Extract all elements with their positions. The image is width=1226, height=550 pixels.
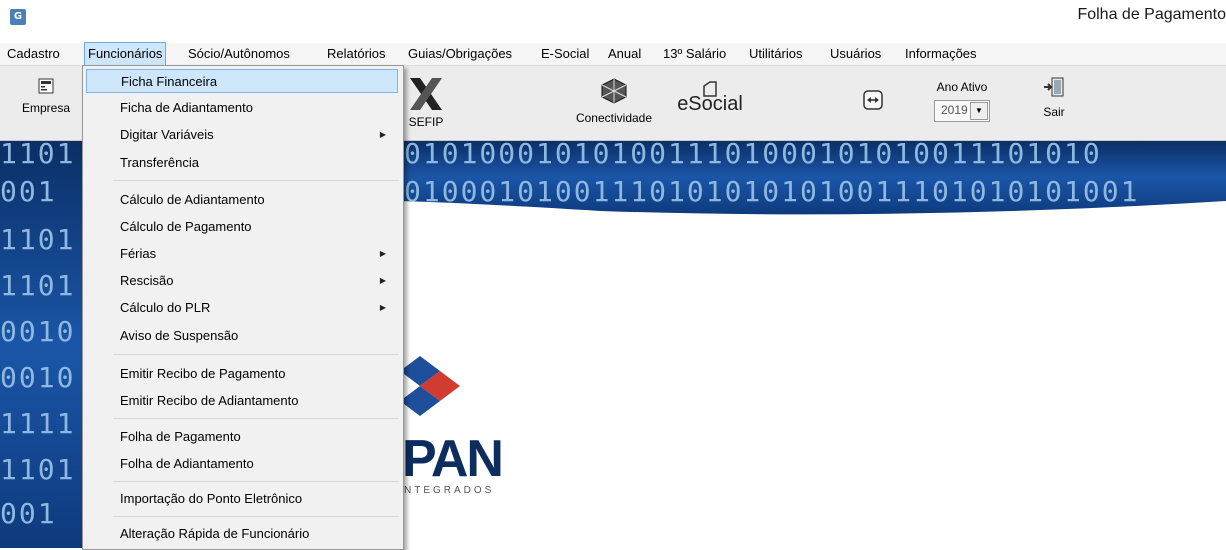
menu-calculo-adiantamento[interactable]: Cálculo de Adiantamento bbox=[86, 188, 398, 212]
menu-emitir-recibo-adiantamento[interactable]: Emitir Recibo de Adiantamento bbox=[86, 389, 398, 413]
menu-alteracao-rapida[interactable]: Alteração Rápida de Funcionário bbox=[86, 522, 398, 546]
window-title: Folha de Pagamento bbox=[1077, 6, 1226, 23]
ano-ativo-label: Ano Ativo bbox=[936, 80, 988, 94]
exit-door-icon bbox=[1044, 77, 1064, 97]
submenu-arrow-icon: ▶ bbox=[379, 276, 386, 285]
submenu-arrow-icon: ▶ bbox=[379, 130, 386, 139]
menu-digitar-variaveis[interactable]: Digitar Variáveis ▶ bbox=[86, 123, 398, 147]
menu-item-label: Emitir Recibo de Adiantamento bbox=[120, 393, 299, 408]
menu-separator bbox=[113, 180, 399, 181]
menu-item-label: Transferência bbox=[120, 155, 199, 170]
menu-ficha-financeira[interactable]: Ficha Financeira bbox=[86, 69, 398, 93]
submenu-arrow-icon: ▶ bbox=[379, 303, 386, 312]
menu-item-label: Cálculo de Adiantamento bbox=[120, 192, 265, 207]
menu-item-label: Folha de Adiantamento bbox=[120, 456, 254, 471]
ano-ativo-value: 2019 bbox=[941, 103, 968, 117]
sefip-button[interactable]: SEFIP bbox=[404, 76, 448, 129]
binary-row: 010001010011101010101010011101010101001 bbox=[404, 175, 1140, 208]
funcionarios-dropdown: Ficha Financeira Ficha de Adiantamento D… bbox=[82, 65, 404, 550]
binary-row: 1111 bbox=[0, 407, 76, 440]
binary-row: 1101 bbox=[0, 223, 76, 256]
binary-row: 0101000101010011101000101010011101010 bbox=[404, 141, 1102, 170]
menu-importacao-ponto[interactable]: Importação do Ponto Eletrônico bbox=[86, 487, 398, 511]
menu-usuarios[interactable]: Usuários bbox=[827, 43, 884, 65]
menu-emitir-recibo-pagamento[interactable]: Emitir Recibo de Pagamento bbox=[86, 362, 398, 386]
app-icon: G bbox=[10, 9, 26, 25]
empresa-icon bbox=[38, 78, 54, 94]
sair-label: Sair bbox=[1043, 105, 1065, 119]
menu-cadastro[interactable]: Cadastro bbox=[4, 43, 63, 65]
conectividade-label: Conectividade bbox=[575, 111, 653, 125]
esocial-logo: eSocial bbox=[677, 93, 743, 115]
menu-item-label: Alteração Rápida de Funcionário bbox=[120, 526, 310, 541]
menu-ferias[interactable]: Férias ▶ bbox=[86, 242, 398, 266]
sefip-label: SEFIP bbox=[408, 115, 444, 129]
menu-anual[interactable]: Anual bbox=[605, 43, 644, 65]
menu-item-label: Digitar Variáveis bbox=[120, 127, 214, 142]
menu-ficha-adiantamento[interactable]: Ficha de Adiantamento bbox=[86, 96, 398, 120]
binary-row: 001 bbox=[0, 175, 57, 208]
menu-informacoes[interactable]: Informações bbox=[902, 43, 980, 65]
menu-utilitarios[interactable]: Utilitários bbox=[746, 43, 805, 65]
menu-13-salario[interactable]: 13º Salário bbox=[660, 43, 729, 65]
menu-item-label: Ficha de Adiantamento bbox=[120, 100, 253, 115]
menu-item-label: Importação do Ponto Eletrônico bbox=[120, 491, 303, 506]
binary-row: 1101 bbox=[0, 141, 76, 170]
menu-item-label: Cálculo do PLR bbox=[120, 300, 211, 315]
ano-ativo-select[interactable]: 2019 ▼ bbox=[934, 100, 990, 122]
menu-item-label: Ficha Financeira bbox=[121, 74, 218, 89]
menu-calculo-plr[interactable]: Cálculo do PLR ▶ bbox=[86, 296, 398, 320]
company-logo-mark bbox=[400, 356, 460, 416]
menu-item-label: Rescisão bbox=[120, 273, 174, 288]
binary-row: 001 bbox=[0, 497, 57, 530]
conectividade-button[interactable]: Conectividade bbox=[568, 78, 660, 125]
menu-item-label: Férias bbox=[120, 246, 157, 261]
menu-item-label: Cálculo de Pagamento bbox=[120, 219, 252, 234]
conectividade-icon bbox=[601, 78, 627, 104]
menu-guias-obrigacoes[interactable]: Guias/Obrigações bbox=[405, 43, 515, 65]
menu-relatorios[interactable]: Relatórios bbox=[324, 43, 389, 65]
binary-row: 1101 bbox=[0, 269, 76, 302]
menu-rescisao[interactable]: Rescisão ▶ bbox=[86, 269, 398, 293]
teamviewer-icon bbox=[863, 90, 883, 110]
title-bar: G Folha de Pagamento bbox=[0, 0, 1226, 43]
chevron-down-icon[interactable]: ▼ bbox=[970, 102, 988, 120]
binary-row: 0010 bbox=[0, 315, 76, 348]
empresa-button[interactable]: Empresa bbox=[14, 78, 78, 115]
menu-bar: Cadastro Funcionários Sócio/Autônomos Re… bbox=[0, 42, 1226, 66]
connect-button[interactable] bbox=[862, 90, 884, 113]
sefip-icon bbox=[410, 78, 442, 110]
menu-folha-adiantamento[interactable]: Folha de Adiantamento bbox=[86, 452, 398, 476]
menu-separator bbox=[113, 418, 399, 419]
menu-aviso-suspensao[interactable]: Aviso de Suspensão bbox=[86, 324, 398, 348]
empresa-label: Empresa bbox=[21, 101, 71, 115]
menu-item-label: Emitir Recibo de Pagamento bbox=[120, 366, 286, 381]
binary-row: 1101 bbox=[0, 453, 76, 486]
menu-separator bbox=[113, 481, 399, 482]
binary-row: 0010 bbox=[0, 361, 76, 394]
esocial-button[interactable]: eSocial bbox=[672, 80, 748, 116]
company-logo-text: PAN bbox=[402, 430, 504, 488]
menu-separator bbox=[113, 354, 399, 355]
menu-item-label: Aviso de Suspensão bbox=[120, 328, 239, 343]
company-logo-subtext: NTEGRADOS bbox=[404, 485, 495, 496]
submenu-arrow-icon: ▶ bbox=[379, 249, 386, 258]
menu-separator bbox=[113, 516, 399, 517]
menu-calculo-pagamento[interactable]: Cálculo de Pagamento bbox=[86, 215, 398, 239]
menu-transferencia[interactable]: Transferência bbox=[86, 151, 398, 175]
menu-folha-pagamento[interactable]: Folha de Pagamento bbox=[86, 425, 398, 449]
menu-socio-autonomos[interactable]: Sócio/Autônomos bbox=[185, 43, 293, 65]
menu-funcionarios[interactable]: Funcionários bbox=[84, 42, 167, 66]
sair-button[interactable]: Sair bbox=[1034, 76, 1074, 119]
ano-ativo-group: Ano Ativo 2019 ▼ bbox=[930, 80, 994, 122]
menu-e-social[interactable]: E-Social bbox=[538, 43, 592, 65]
menu-item-label: Folha de Pagamento bbox=[120, 429, 241, 444]
